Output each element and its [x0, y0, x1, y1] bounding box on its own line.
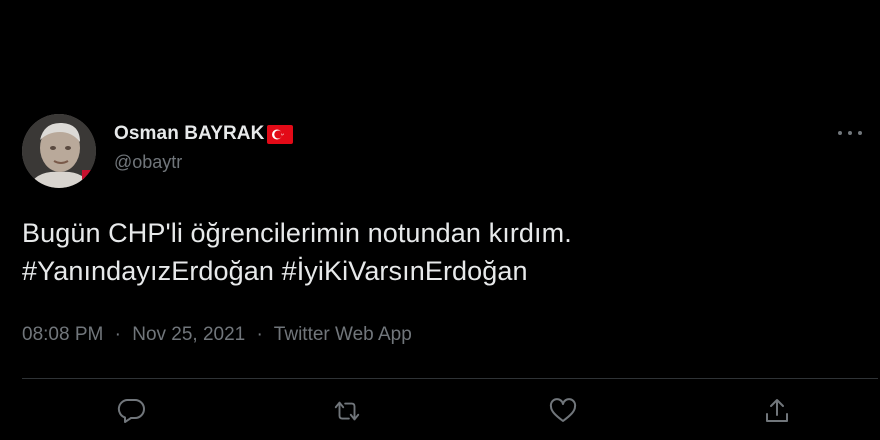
user-handle[interactable]: @obaytr [114, 152, 293, 173]
meta-separator: · [114, 324, 121, 345]
tweet-date[interactable]: Nov 25, 2021 [132, 324, 245, 345]
tweet-text-line: Bugün CHP'li öğrencilerimin notundan kır… [22, 218, 572, 248]
avatar[interactable] [22, 114, 96, 188]
tweet-time[interactable]: 08:08 PM [22, 324, 103, 345]
action-bar [0, 396, 880, 432]
like-icon[interactable] [548, 396, 578, 426]
tweet-hashtags-line[interactable]: #YanındayızErdoğan #İyiKiVarsınErdoğan [22, 252, 862, 290]
tweet-source[interactable]: Twitter Web App [274, 324, 412, 345]
tweet-meta: 08:08 PM · Nov 25, 2021 · Twitter Web Ap… [22, 324, 412, 346]
divider [22, 378, 878, 379]
tweet-header: Osman BAYRAK @obaytr [22, 114, 862, 190]
retweet-icon[interactable] [332, 396, 362, 426]
meta-separator: · [256, 324, 263, 345]
turkey-flag-icon [267, 124, 294, 144]
reply-icon[interactable] [116, 396, 146, 426]
display-name-row: Osman BAYRAK [114, 122, 294, 146]
tweet-card: Osman BAYRAK @obaytr Bugün CHP'li öğrenc… [0, 0, 880, 440]
user-names: Osman BAYRAK @obaytr [114, 122, 294, 173]
more-options-icon[interactable] [838, 128, 862, 138]
display-name[interactable]: Osman BAYRAK [114, 123, 264, 145]
share-icon[interactable] [762, 396, 792, 426]
tweet-text: Bugün CHP'li öğrencilerimin notundan kır… [22, 214, 862, 290]
avatar-image [22, 114, 96, 188]
